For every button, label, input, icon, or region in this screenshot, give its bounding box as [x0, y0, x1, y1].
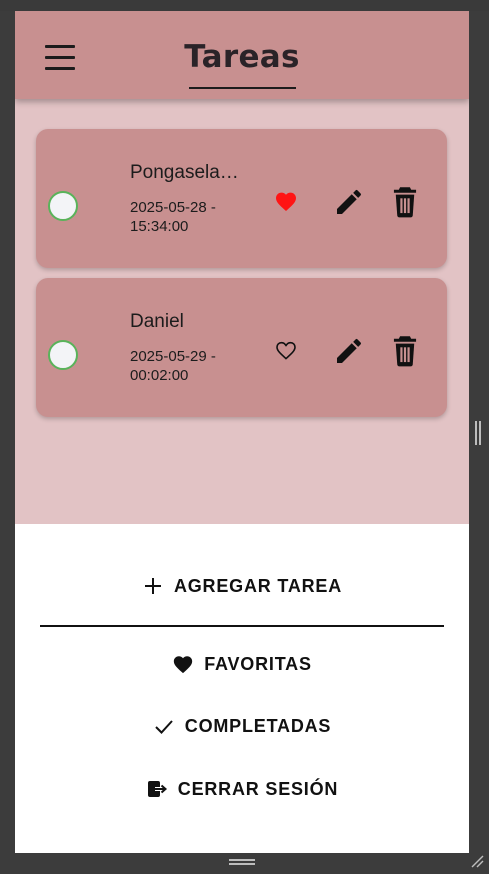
logout-icon — [147, 781, 167, 797]
completed-button[interactable]: COMPLETADAS — [15, 706, 469, 746]
task-date: 2025-05-28 - 15:34:00 — [130, 198, 250, 236]
resize-handle-bottom[interactable] — [229, 859, 255, 865]
title-underline — [189, 87, 296, 89]
add-task-label: AGREGAR TAREA — [173, 575, 343, 596]
heart-filled-icon[interactable] — [274, 190, 298, 212]
trash-delete-icon[interactable] — [392, 186, 418, 218]
heart-icon — [174, 656, 193, 674]
window-top-frame — [0, 0, 489, 11]
check-icon — [155, 720, 173, 734]
add-task-button[interactable]: AGREGAR TAREA — [15, 566, 469, 606]
task-name: Pongasela… — [130, 162, 239, 183]
app-window: Tareas Pongasela… 2025-05-28 - 15:34:00 — [15, 11, 469, 853]
task-date: 2025-05-29 - 00:02:00 — [130, 347, 250, 385]
window-left-frame — [0, 11, 15, 853]
logout-button[interactable]: CERRAR SESIÓN — [15, 769, 469, 809]
completed-label: COMPLETADAS — [184, 715, 332, 736]
page-title: Tareas — [184, 39, 300, 75]
favorites-button[interactable]: FAVORITAS — [15, 644, 469, 684]
resize-handle-right[interactable] — [475, 421, 481, 445]
task-card[interactable]: Daniel 2025-05-29 - 00:02:00 — [36, 278, 447, 417]
task-name: Daniel — [130, 311, 184, 332]
task-date-line2: 00:02:00 — [130, 367, 189, 384]
drawer-divider — [40, 625, 444, 627]
task-date-line2: 15:34:00 — [130, 218, 189, 235]
heart-outline-icon[interactable] — [274, 339, 298, 361]
trash-delete-icon[interactable] — [392, 335, 418, 367]
resize-corner-icon[interactable] — [470, 854, 484, 868]
pencil-edit-icon[interactable] — [333, 335, 365, 367]
complete-checkbox[interactable] — [48, 340, 78, 370]
pencil-edit-icon[interactable] — [333, 186, 365, 218]
bottom-actions: AGREGAR TAREA FAVORITAS COMPLETADAS CERR… — [15, 524, 469, 853]
complete-checkbox[interactable] — [48, 191, 78, 221]
app-header: Tareas — [15, 11, 469, 99]
task-list: Pongasela… 2025-05-28 - 15:34:00 Daniel — [15, 99, 469, 524]
logout-label: CERRAR SESIÓN — [177, 778, 339, 799]
plus-icon — [144, 578, 161, 594]
task-date-line1: 2025-05-29 - — [130, 348, 216, 365]
favorites-label: FAVORITAS — [204, 653, 312, 674]
task-card[interactable]: Pongasela… 2025-05-28 - 15:34:00 — [36, 129, 447, 268]
task-date-line1: 2025-05-28 - — [130, 199, 216, 216]
